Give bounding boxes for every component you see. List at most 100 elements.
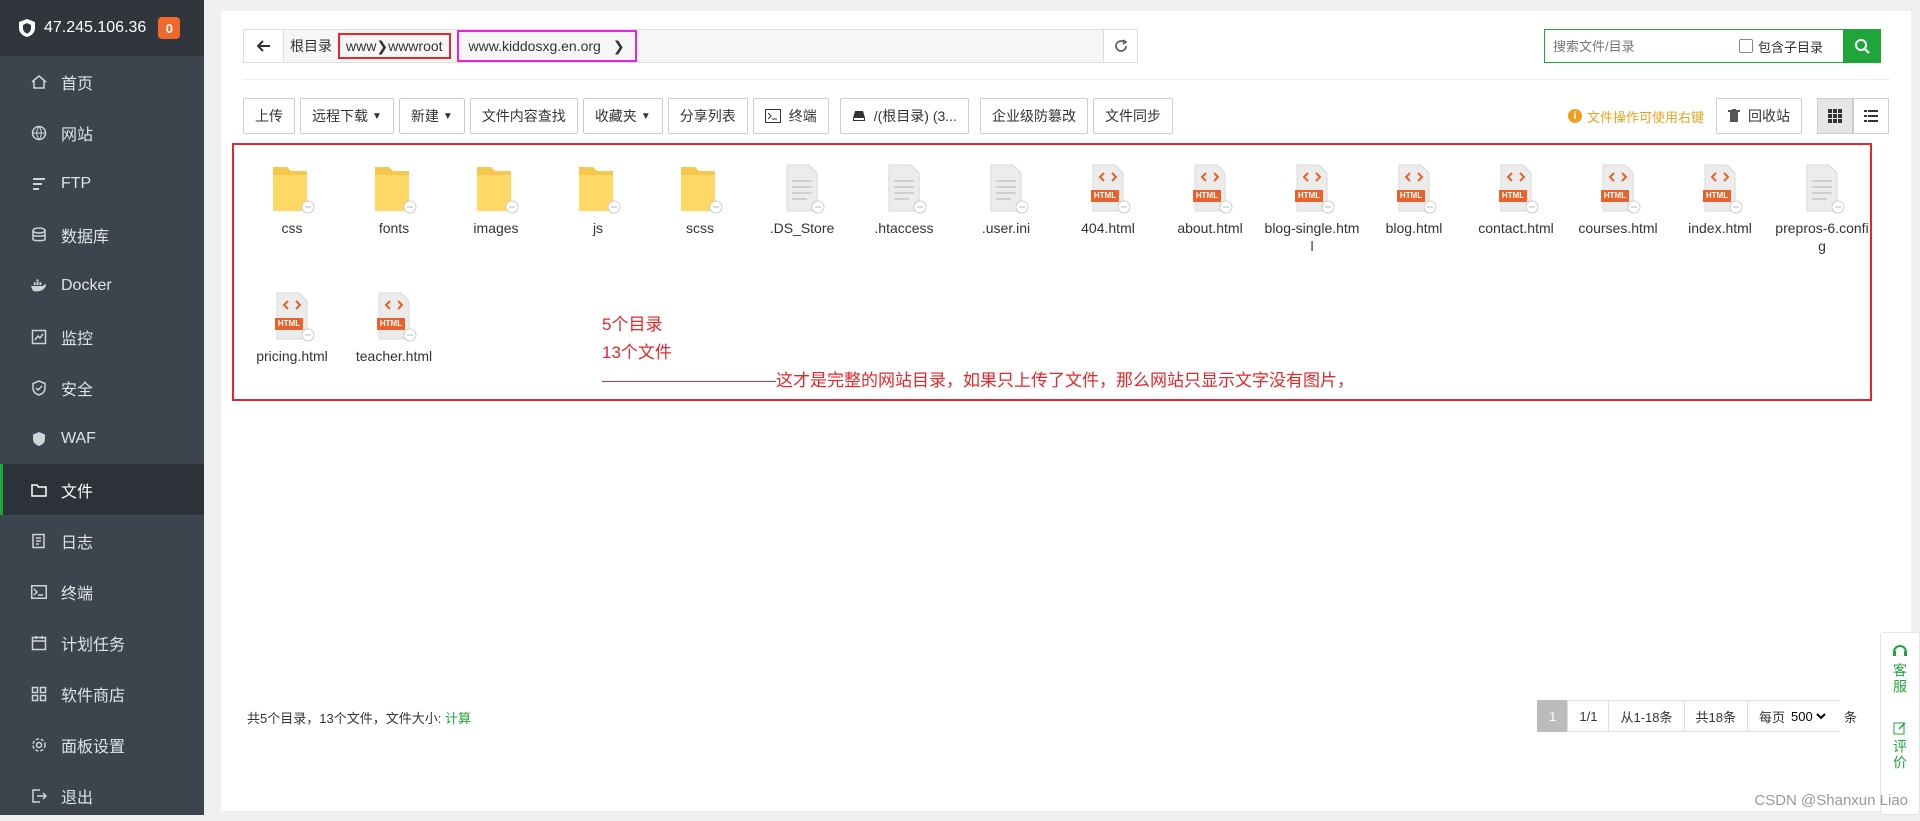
gear-icon — [30, 736, 47, 753]
file-name: .DS_Store — [754, 219, 850, 237]
sidebar-item-5[interactable]: 监控 — [0, 311, 204, 362]
calc-size-link[interactable]: 计算 — [445, 711, 471, 726]
refresh-icon — [1113, 38, 1129, 54]
folder-item[interactable]: scss — [652, 159, 748, 237]
sidebar: 47.245.106.36 0 首页网站FTP数据库 Docker 监控安全 WAF 文… — [0, 0, 204, 815]
file-item[interactable]: HTML 404.html — [1060, 159, 1156, 237]
terminal-label: 终端 — [789, 106, 817, 126]
logo-icon — [18, 18, 36, 38]
file-name: about.html — [1162, 219, 1258, 237]
folder-item[interactable]: fonts — [346, 159, 442, 237]
grid-view-button[interactable] — [1817, 98, 1853, 134]
sidebar-nav: 首页网站FTP数据库 Docker 监控安全 WAF 文件日志终端计划任务软件商店面板设… — [0, 56, 204, 821]
alert-badge[interactable]: 0 — [158, 17, 180, 39]
chevron-right-icon: ❯ — [613, 38, 625, 55]
sidebar-item-4[interactable]: Docker — [0, 260, 204, 311]
refresh-button[interactable] — [1103, 30, 1137, 62]
trash-icon — [1728, 109, 1740, 123]
html-badge-text: HTML — [1295, 190, 1323, 202]
file-item[interactable]: HTMLcontact.html — [1468, 159, 1564, 237]
recycle-bin-button[interactable]: 回收站 — [1716, 98, 1802, 134]
sidebar-item-3[interactable]: 数据库 — [0, 209, 204, 260]
server-ip: 47.245.106.36 — [44, 19, 146, 37]
html-badge-text: HTML — [1193, 190, 1221, 202]
page-total: 共18条 — [1684, 700, 1748, 732]
folder-item[interactable]: css — [244, 159, 340, 237]
sidebar-item-10[interactable]: 终端 — [0, 566, 204, 617]
back-button[interactable] — [244, 30, 284, 62]
terminal-button[interactable]: 终端 — [753, 98, 829, 134]
folder-icon — [675, 159, 725, 215]
file-name: .user.ini — [958, 219, 1054, 237]
sidebar-item-2[interactable]: FTP — [0, 158, 204, 209]
side-service-tab: 客服 评价 — [1880, 632, 1920, 815]
file-name: 404.html — [1060, 219, 1156, 237]
new-button[interactable]: 新建▼ — [399, 98, 465, 134]
sidebar-item-6[interactable]: 安全 — [0, 362, 204, 413]
review-button[interactable]: 评价 — [1890, 739, 1910, 771]
remote-download-label: 远程下载 — [312, 106, 368, 126]
html-file-icon: HTML — [1083, 159, 1133, 215]
sidebar-item-0[interactable]: 首页 — [0, 56, 204, 107]
file-item[interactable]: .htaccess — [856, 159, 952, 237]
folder-icon — [573, 159, 623, 215]
folder-item[interactable]: images — [448, 159, 544, 237]
sidebar-item-label: 安全 — [61, 376, 93, 400]
page-current[interactable]: 1 — [1537, 700, 1568, 732]
file-name: blog-single.html — [1264, 219, 1360, 255]
sidebar-item-7[interactable]: WAF — [0, 413, 204, 464]
file-item[interactable]: .DS_Store — [754, 159, 850, 237]
sidebar-item-1[interactable]: 网站 — [0, 107, 204, 158]
include-subdir-label: 包含子目录 — [1758, 37, 1823, 56]
file-item[interactable]: HTMLpricing.html — [244, 287, 340, 365]
annotation-files: 13个文件 — [602, 339, 1354, 367]
file-item[interactable]: HTML blog-single.html — [1264, 159, 1360, 255]
sidebar-item-13[interactable]: 面板设置 — [0, 719, 204, 770]
breadcrumb-wwwroot[interactable]: wwwroot — [388, 38, 442, 54]
store-icon — [30, 685, 47, 702]
sidebar-item-14[interactable]: 退出 — [0, 770, 204, 821]
file-item[interactable]: HTMLblog.html — [1366, 159, 1462, 237]
sidebar-item-label: WAF — [61, 430, 96, 448]
file-name: index.html — [1672, 219, 1768, 237]
upload-button[interactable]: 上传 — [243, 98, 295, 134]
file-name: contact.html — [1468, 219, 1564, 237]
sidebar-item-label: Docker — [61, 277, 112, 295]
tamper-button[interactable]: 企业级防篡改 — [980, 98, 1088, 134]
include-subdir-checkbox[interactable]: 包含子目录 — [1739, 37, 1823, 56]
breadcrumb-www[interactable]: www — [346, 38, 376, 54]
list-icon — [1864, 110, 1878, 122]
sidebar-item-label: 文件 — [61, 478, 93, 502]
sidebar-item-11[interactable]: 计划任务 — [0, 617, 204, 668]
search-button[interactable] — [1843, 29, 1881, 63]
content-search-button[interactable]: 文件内容查找 — [470, 98, 578, 134]
favorites-button[interactable]: 收藏夹▼ — [583, 98, 663, 134]
sidebar-item-9[interactable]: 日志 — [0, 515, 204, 566]
list-view-button[interactable] — [1853, 98, 1889, 134]
html-file-icon: HTML — [1287, 159, 1337, 215]
sidebar-item-12[interactable]: 软件商店 — [0, 668, 204, 719]
file-item[interactable]: HTML about.html — [1162, 159, 1258, 237]
breadcrumb-root[interactable]: 根目录 — [284, 30, 338, 62]
remote-download-button[interactable]: 远程下载▼ — [300, 98, 394, 134]
search-input[interactable] — [1545, 31, 1735, 61]
breadcrumb-site[interactable]: www.kiddosxg.en.org — [469, 38, 601, 54]
disk-button[interactable]: /(根目录) (3... — [840, 98, 969, 134]
file-item[interactable]: HTMLindex.html — [1672, 159, 1768, 237]
file-sync-button[interactable]: 文件同步 — [1093, 98, 1173, 134]
headset-icon — [1892, 643, 1908, 659]
terminal-icon — [30, 583, 47, 600]
toolbar: 上传 远程下载▼ 新建▼ 文件内容查找 收藏夹▼ 分享列表 终端 /(根目录) … — [243, 98, 1178, 134]
html-badge-text: HTML — [1091, 190, 1119, 202]
file-item[interactable]: .user.ini — [958, 159, 1054, 237]
terminal-icon — [765, 109, 781, 123]
file-name: fonts — [346, 219, 442, 237]
sidebar-item-8[interactable]: 文件 — [0, 464, 204, 515]
file-item[interactable]: prepros-6.config — [1774, 159, 1870, 255]
file-item[interactable]: HTMLteacher.html — [346, 287, 442, 365]
folder-item[interactable]: js — [550, 159, 646, 237]
per-page-select[interactable]: 500 — [1787, 708, 1829, 725]
file-item[interactable]: HTMLcourses.html — [1570, 159, 1666, 237]
share-list-button[interactable]: 分享列表 — [668, 98, 748, 134]
service-button[interactable]: 客服 — [1890, 663, 1910, 695]
